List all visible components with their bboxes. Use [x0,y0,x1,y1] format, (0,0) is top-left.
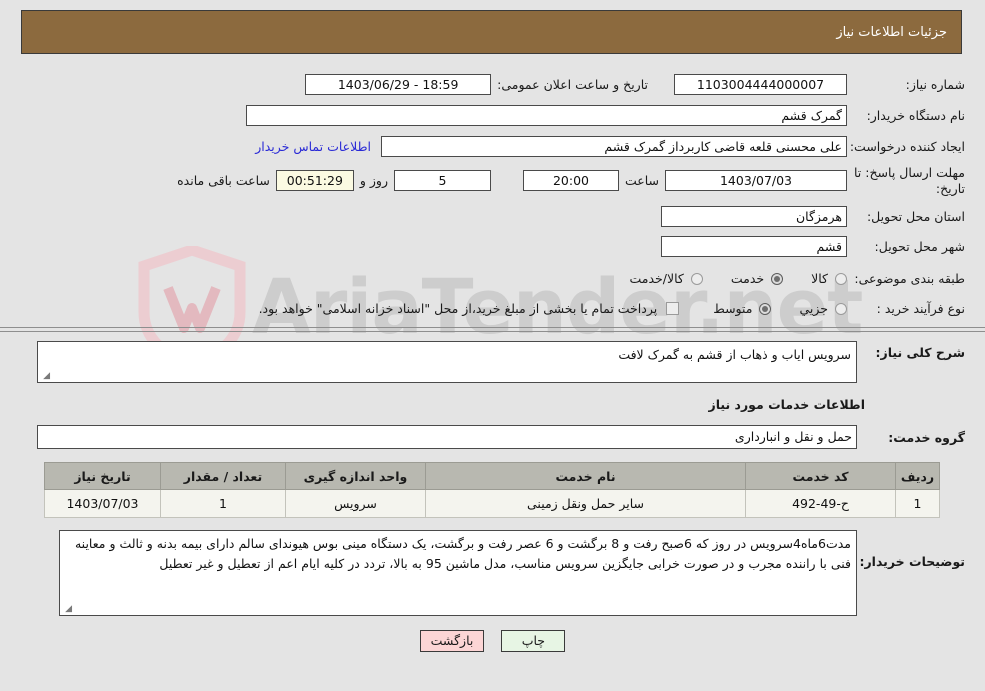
description-textarea[interactable]: سرویس ایاب و ذهاب از قشم به گمرک لافت ◢ [37,341,857,384]
table-header-row: ردیف کد خدمت نام خدمت واحد اندازه گیری ت… [44,462,940,491]
cell-unit: سرویس [285,489,426,519]
radio-icon-motevaset[interactable] [759,302,772,315]
row-city: شهر محل تحویل: قشم [0,234,985,259]
resize-grip-icon-2[interactable]: ◢ [63,605,72,614]
city-value: قشم [661,236,847,258]
page-header: جزئیات اطلاعات نیاز [21,10,962,54]
description-value: سرویس ایاب و ذهاب از قشم به گمرک لافت [618,347,851,363]
back-button[interactable]: بازگشت [419,630,485,653]
service-group-label: گروه خدمت: [888,429,965,445]
row-province: استان محل تحویل: هرمزگان [0,204,985,229]
radio-icon-jozei[interactable] [835,302,847,315]
remaining-days-value: 5 [393,170,491,192]
radio-icon-kala[interactable] [835,272,847,285]
divider-top-2 [0,331,985,333]
radio-icon-khedmat[interactable] [771,272,784,285]
deadline-date-value: 1403/07/03 [665,170,847,192]
col-service-code: کد خدمت [745,462,896,491]
services-table-wrap: ردیف کد خدمت نام خدمت واحد اندازه گیری ت… [0,462,985,519]
services-table: ردیف کد خدمت نام خدمت واحد اندازه گیری ت… [44,462,940,519]
row-description: شرح کلی نیاز: سرویس ایاب و ذهاب از قشم ب… [0,341,985,384]
radio-icon-kala-khedmat[interactable] [690,272,703,285]
deadline-hour-value: 20:00 [522,170,619,192]
col-service-name: نام خدمت [425,462,746,491]
process-radio-group: جزیي متوسط [685,301,847,316]
radio-label-kala-khedmat: کالا/خدمت [629,271,684,287]
row-process-type: نوع فرآیند خرید : جزیي متوسط پرداخت تمام… [0,296,985,321]
buyer-org-value: گمرک قشم [246,105,847,126]
remaining-timer-label: ساعت باقی مانده [177,173,270,189]
radio-option-motevaset[interactable]: متوسط [713,301,772,317]
col-unit: واحد اندازه گیری [285,462,426,491]
resize-grip-icon[interactable]: ◢ [41,372,50,381]
radio-label-motevaset: متوسط [713,301,753,317]
row-deadline: مهلت ارسال پاسخ: تا تاریخ: 1403/07/03 سا… [0,165,985,196]
remaining-days-label: روز و [359,173,388,189]
public-announce-value: 18:59 - 1403/06/29 [305,74,492,95]
buyer-notes-textarea[interactable]: مدت6ماه4سرویس در روز که 6صبح رفت و 8 برگ… [59,530,857,617]
cell-service-name: سایر حمل ونقل زمینی [425,489,746,519]
deadline-hour-label: ساعت [624,173,659,189]
row-requester: ایجاد کننده درخواست: علی محسنی قلعه قاضی… [0,134,985,159]
radio-option-khedmat[interactable]: خدمت [730,271,784,287]
row-buyer-org: نام دستگاه خریدار: گمرک قشم [0,103,985,128]
row-service-group: گروه خدمت: حمل و نقل و انبارداری [0,425,985,450]
row-buyer-notes: توضیحات خریدار: مدت6ماه4سرویس در روز که … [0,530,985,617]
buyer-notes-label: توضیحات خریدار: [859,554,965,570]
requester-label: ایجاد کننده درخواست: [849,139,965,154]
description-label: شرح کلی نیاز: [875,345,965,361]
cell-quantity: 1 [160,489,286,519]
col-need-date: تاریخ نیاز [44,462,161,491]
province-label: استان محل تحویل: [866,209,965,225]
remaining-timer-value: 00:51:29 [275,170,354,192]
category-radio-group: کالا خدمت کالا/خدمت [601,271,847,286]
buyer-contact-link[interactable]: اطلاعات تماس خریدار [245,139,381,154]
treasury-note: پرداخت تمام یا بخشی از مبلغ خرید،از محل … [258,301,658,317]
row-category: طبقه بندی موضوعی: کالا خدمت کالا/خدمت [0,266,985,291]
radio-label-jozei: جزیي [799,301,828,317]
radio-option-kala[interactable]: کالا [811,271,847,286]
col-index: ردیف [895,462,940,491]
treasury-checkbox[interactable] [666,302,680,316]
public-announce-label: تاریخ و ساعت اعلان عمومی: [497,77,648,92]
page-title: جزئیات اطلاعات نیاز [836,24,947,40]
service-group-value: حمل و نقل و انبارداری [37,425,857,450]
need-number-value: 1103004444000007 [674,74,847,95]
services-section-heading: اطلاعات خدمات مورد نیاز [708,397,866,413]
city-label: شهر محل تحویل: [874,239,965,255]
cell-index: 1 [895,489,940,519]
detail-sheet: شماره نیاز: 1103004444000007 تاریخ و ساع… [0,62,985,653]
button-bar: چاپ بازگشت [0,616,985,653]
province-value: هرمزگان [661,206,847,228]
table-row: 1 ح-49-492 سایر حمل ونقل زمینی سرویس 1 1… [44,489,940,519]
radio-label-kala: کالا [811,271,828,287]
category-label: طبقه بندی موضوعی: [854,271,965,287]
requester-value: علی محسنی قلعه قاضی کاربرداز گمرک قشم [381,136,847,157]
radio-label-khedmat: خدمت [730,271,765,287]
cell-need-date: 1403/07/03 [44,489,161,519]
process-label: نوع فرآیند خرید : [876,301,965,317]
buyer-notes-value: مدت6ماه4سرویس در روز که 6صبح رفت و 8 برگ… [74,536,851,571]
col-quantity: تعداد / مقدار [160,462,286,491]
divider-top [0,327,985,329]
radio-option-kala-khedmat[interactable]: کالا/خدمت [629,271,703,287]
radio-option-jozei[interactable]: جزیي [799,301,847,316]
row-need-number: شماره نیاز: 1103004444000007 تاریخ و ساع… [0,72,985,97]
buyer-org-label: نام دستگاه خریدار: [866,108,965,123]
cell-service-code: ح-49-492 [745,489,896,519]
print-button[interactable]: چاپ [501,630,566,653]
need-number-label: شماره نیاز: [905,77,965,92]
deadline-label: مهلت ارسال پاسخ: تا تاریخ: [854,165,965,196]
